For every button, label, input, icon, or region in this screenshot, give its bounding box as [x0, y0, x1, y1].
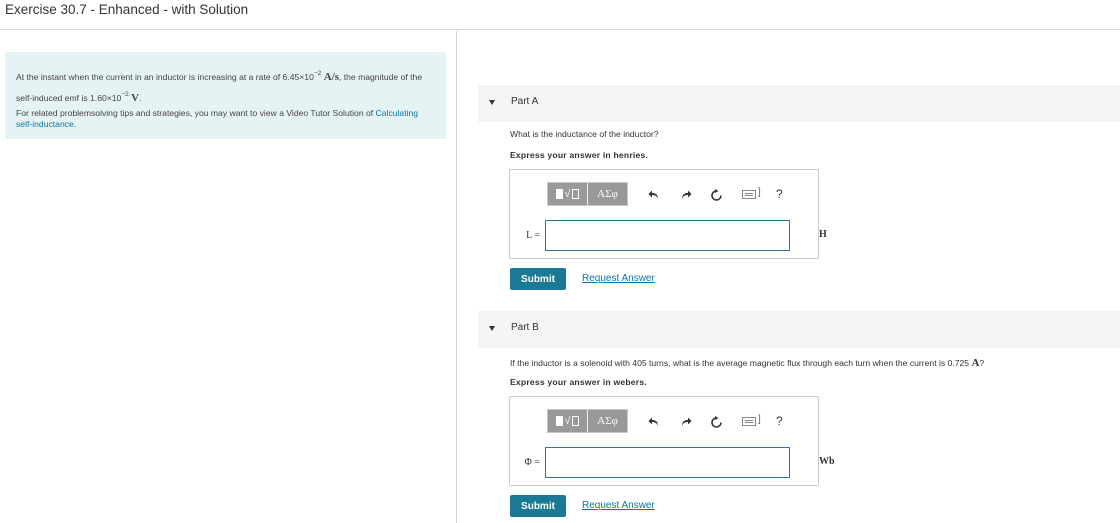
- symbols-label: ΑΣφ: [597, 415, 618, 427]
- reset-icon[interactable]: [708, 414, 724, 430]
- page-title: Exercise 30.7 - Enhanced - with Solution: [5, 2, 249, 17]
- variable-label-phi: Φ =: [524, 457, 540, 468]
- symbols-button[interactable]: ΑΣφ: [588, 410, 627, 432]
- exponent-1: −2: [313, 70, 322, 77]
- part-b-question-text: If the inductor is a solenoid with 405 t…: [510, 358, 972, 368]
- keyboard-bracket: ]: [758, 187, 761, 198]
- keyboard-icon[interactable]: [742, 190, 756, 199]
- part-b-header[interactable]: Part B: [478, 311, 1120, 348]
- intro-text-1: At the instant when the current in an in…: [16, 72, 314, 82]
- variable-label-l: L =: [526, 230, 540, 241]
- symbols-button[interactable]: ΑΣφ: [588, 183, 627, 205]
- exponent-2: −2: [121, 91, 129, 98]
- part-a-submit-button[interactable]: Submit: [510, 268, 566, 290]
- math-toolbar: √ ΑΣφ: [547, 182, 628, 206]
- unit-henries: H: [819, 229, 827, 240]
- undo-icon[interactable]: [646, 414, 662, 430]
- part-b-submit-button[interactable]: Submit: [510, 495, 566, 517]
- part-b-answer-input[interactable]: [545, 447, 790, 478]
- part-a-answer-input[interactable]: [545, 220, 790, 251]
- part-a-label: Part A: [511, 96, 539, 107]
- unit-a-per-s: A/s: [323, 71, 339, 83]
- keyboard-bracket: ]: [758, 414, 761, 425]
- redo-icon[interactable]: [678, 414, 694, 430]
- help-icon[interactable]: ?: [776, 414, 783, 428]
- part-a-request-answer-link[interactable]: Request Answer: [582, 273, 655, 284]
- templates-button[interactable]: √: [548, 183, 588, 205]
- templates-icon: √: [555, 416, 580, 427]
- redo-icon[interactable]: [678, 187, 694, 203]
- math-toolbar: √ ΑΣφ: [547, 409, 628, 433]
- part-a-instruction: Express your answer in henries.: [510, 150, 649, 160]
- unit-volts: V: [131, 92, 140, 104]
- collapse-caret-icon[interactable]: [489, 326, 495, 331]
- unit-webers: Wb: [819, 456, 835, 467]
- problem-intro: At the instant when the current in an in…: [5, 52, 446, 139]
- templates-icon: √: [555, 189, 580, 200]
- keyboard-icon[interactable]: [742, 417, 756, 426]
- tip-end: .: [73, 119, 77, 129]
- intro-tip: For related problemsolving tips and stra…: [16, 108, 436, 130]
- collapse-caret-icon[interactable]: [489, 100, 495, 105]
- symbols-label: ΑΣφ: [597, 188, 618, 200]
- column-divider: [456, 31, 457, 523]
- part-b-answer-box: √ ΑΣφ ] ? Φ =: [509, 396, 819, 486]
- tip-text: For related problemsolving tips and stra…: [16, 108, 376, 118]
- help-icon[interactable]: ?: [776, 187, 783, 201]
- part-b-label: Part B: [511, 322, 539, 333]
- part-b-request-answer-link[interactable]: Request Answer: [582, 500, 655, 511]
- part-a-header[interactable]: Part A: [478, 85, 1120, 122]
- part-a-answer-box: √ ΑΣφ ] ? L =: [509, 169, 819, 259]
- part-b-instruction: Express your answer in webers.: [510, 377, 647, 387]
- part-b-question: If the inductor is a solenoid with 405 t…: [510, 357, 984, 369]
- intro-text: At the instant when the current in an in…: [16, 65, 436, 107]
- title-bar: Exercise 30.7 - Enhanced - with Solution: [0, 0, 1120, 30]
- part-a-question: What is the inductance of the inductor?: [510, 129, 659, 139]
- templates-button[interactable]: √: [548, 410, 588, 432]
- part-b-question-end: ?: [979, 358, 985, 368]
- undo-icon[interactable]: [646, 187, 662, 203]
- intro-text-3: .: [139, 93, 142, 103]
- reset-icon[interactable]: [708, 187, 724, 203]
